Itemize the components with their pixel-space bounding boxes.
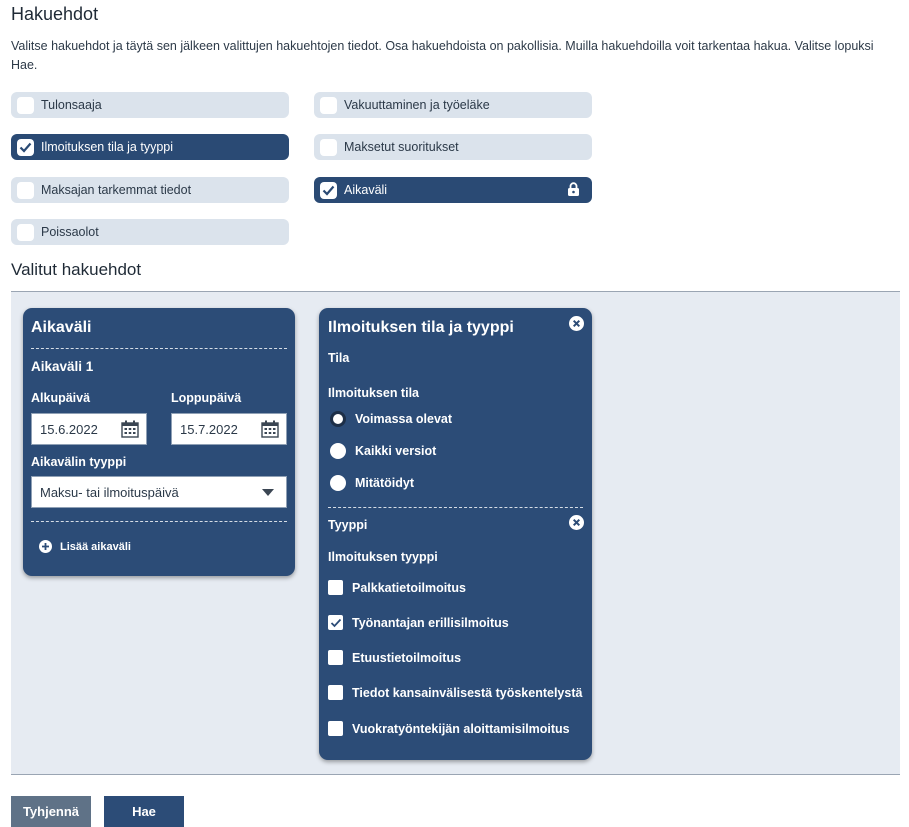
type-etuustieto[interactable]: Etuustietoilmoitus — [328, 650, 461, 665]
criterion-maksajan-tiedot[interactable]: Maksajan tarkemmat tiedot — [11, 177, 289, 203]
checkbox-label: Työnantajan erillisilmoitus — [352, 615, 509, 630]
calendar-icon[interactable] — [121, 420, 139, 438]
status-card-title: Ilmoituksen tila ja tyyppi — [328, 319, 514, 336]
check-icon — [330, 618, 341, 627]
period-type-label: Aikavälin tyyppi — [31, 455, 127, 469]
radio-voimassa[interactable]: Voimassa olevat — [330, 411, 452, 427]
type-erillisilmoitus[interactable]: Työnantajan erillisilmoitus — [328, 615, 509, 630]
checkbox[interactable] — [328, 721, 343, 736]
start-date-label: Alkupäivä — [31, 391, 91, 405]
lock-icon — [568, 182, 579, 196]
checkbox[interactable] — [320, 138, 337, 156]
end-date-value: 15.7.2022 — [180, 421, 238, 437]
checkbox[interactable] — [17, 223, 34, 241]
period-card: Aikaväli Aikaväli 1 Alkupäivä Loppupäivä… — [23, 308, 295, 576]
check-icon — [19, 142, 32, 153]
add-period-button[interactable]: Lisää aikaväli — [39, 540, 131, 553]
checkbox-label: Palkkatietoilmoitus — [352, 580, 466, 595]
close-icon[interactable] — [569, 316, 584, 331]
radio-mitatoidyt[interactable]: Mitätöidyt — [330, 475, 414, 491]
checkbox-label: Vuokratyöntekijän aloittamisilmoitus — [352, 721, 570, 736]
radio-label: Voimassa olevat — [355, 412, 453, 426]
checkbox[interactable] — [320, 96, 337, 114]
divider — [31, 521, 287, 522]
criterion-maksetut-suoritukset[interactable]: Maksetut suoritukset — [314, 134, 592, 160]
type-palkkatieto[interactable]: Palkkatietoilmoitus — [328, 580, 466, 595]
checkbox-label: Tiedot kansainvälisestä työskentelystä — [352, 685, 583, 700]
chevron-down-icon — [262, 489, 274, 496]
type-kansainvalinen[interactable]: Tiedot kansainvälisestä työskentelystä — [328, 685, 582, 700]
state-heading: Tila — [328, 351, 350, 365]
radio-button-selected[interactable] — [330, 411, 346, 427]
criterion-label: Aikaväli — [344, 183, 388, 197]
radio-kaikki[interactable]: Kaikki versiot — [330, 443, 436, 459]
plus-circle-icon — [39, 540, 52, 553]
criterion-vakuuttaminen[interactable]: Vakuuttaminen ja työeläke — [314, 92, 592, 118]
start-date-value: 15.6.2022 — [40, 421, 98, 437]
selected-criteria-title: Valitut hakuehdot — [11, 260, 142, 279]
criterion-label: Maksetut suoritukset — [344, 140, 459, 154]
checkbox[interactable] — [328, 580, 343, 595]
period-type-value: Maksu- tai ilmoituspäivä — [40, 484, 179, 500]
checkbox[interactable] — [328, 685, 343, 700]
criterion-label: Ilmoituksen tila ja tyyppi — [41, 140, 174, 154]
criterion-label: Maksajan tarkemmat tiedot — [41, 183, 192, 197]
period-card-title: Aikaväli — [31, 319, 92, 336]
add-period-label: Lisää aikaväli — [60, 540, 131, 553]
end-date-label: Loppupäivä — [171, 391, 242, 405]
radio-button[interactable] — [330, 443, 346, 459]
close-icon[interactable] — [569, 515, 584, 530]
checkbox[interactable] — [17, 96, 34, 114]
page-title: Hakuehdot — [11, 4, 99, 24]
criterion-ilmoituksen-tila[interactable]: Ilmoituksen tila ja tyyppi — [11, 134, 289, 160]
intro-text: Valitse hakuehdot ja täytä sen jälkeen v… — [11, 39, 874, 72]
state-label: Ilmoituksen tila — [328, 386, 419, 400]
criterion-tulonsaaja[interactable]: Tulonsaaja — [11, 92, 289, 118]
checkbox-checked[interactable] — [320, 181, 337, 199]
divider — [328, 507, 583, 508]
criterion-label: Vakuuttaminen ja työeläke — [344, 98, 490, 112]
search-button[interactable]: Hae — [104, 796, 184, 827]
period-subtitle: Aikaväli 1 — [31, 359, 94, 374]
status-type-card: Ilmoituksen tila ja tyyppi Tila Ilmoituk… — [319, 308, 592, 760]
checkbox-checked[interactable] — [17, 138, 34, 156]
radio-label: Kaikki versiot — [355, 444, 437, 458]
period-type-select[interactable]: Maksu- tai ilmoituspäivä — [31, 476, 287, 508]
radio-label: Mitätöidyt — [355, 476, 415, 490]
criterion-aikavali[interactable]: Aikaväli — [314, 177, 592, 203]
checkbox-checked[interactable] — [328, 615, 343, 630]
criterion-label: Tulonsaaja — [41, 98, 102, 112]
type-heading: Tyyppi — [328, 518, 368, 532]
criterion-poissaolot[interactable]: Poissaolot — [11, 219, 289, 245]
start-date-input[interactable]: 15.6.2022 — [31, 413, 147, 445]
check-icon — [322, 185, 335, 196]
checkbox[interactable] — [17, 181, 34, 199]
clear-button[interactable]: Tyhjennä — [11, 796, 91, 827]
type-label: Ilmoituksen tyyppi — [328, 550, 438, 564]
divider — [31, 348, 287, 349]
criterion-label: Poissaolot — [41, 225, 99, 239]
type-vuokratyontekija[interactable]: Vuokratyöntekijän aloittamisilmoitus — [328, 721, 570, 736]
end-date-input[interactable]: 15.7.2022 — [171, 413, 287, 445]
checkbox[interactable] — [328, 650, 343, 665]
calendar-icon[interactable] — [261, 420, 279, 438]
checkbox-label: Etuustietoilmoitus — [352, 650, 462, 665]
radio-button[interactable] — [330, 475, 346, 491]
